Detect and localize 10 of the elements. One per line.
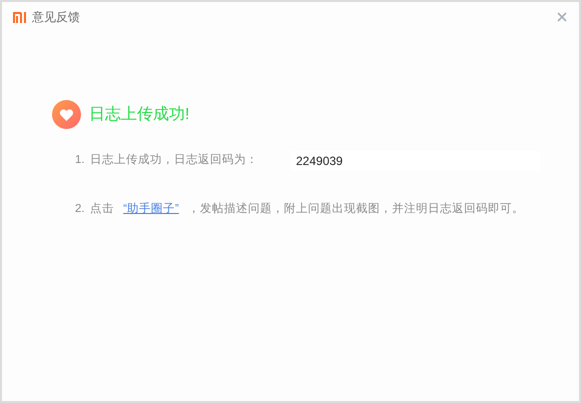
step-text: 日志上传成功，日志返回码为： (90, 152, 258, 168)
close-icon (557, 12, 567, 22)
step-number: 1. (75, 153, 86, 168)
success-heading: 日志上传成功! (89, 104, 190, 124)
forum-link[interactable]: “助手圈子” (123, 203, 179, 215)
logo-icon (13, 12, 28, 22)
step-text: 点击 “助手圈子” ，发帖描述问题，附上问题出现截图，并注明日志返回码即可。 (90, 201, 524, 217)
close-button[interactable] (555, 10, 569, 24)
window-title: 意见反馈 (32, 9, 80, 26)
step-number: 2. (75, 202, 86, 217)
